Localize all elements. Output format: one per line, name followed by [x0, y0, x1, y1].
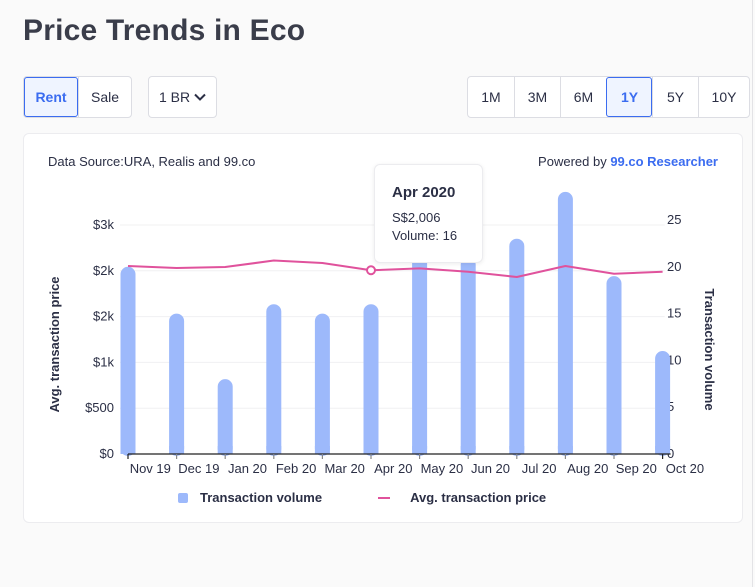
- x-tick-label: Mar 20: [324, 461, 364, 476]
- bar-transaction-volume: [314, 313, 330, 456]
- y-tick-label: $0: [100, 446, 114, 461]
- legend-swatch-price: [378, 496, 391, 499]
- line-avg-transaction-price: [127, 259, 663, 279]
- bar-base: [509, 446, 525, 454]
- y-tick-label: $2k: [93, 263, 114, 278]
- x-tick-label: Sep 20: [616, 461, 657, 476]
- bar-transaction-volume: [557, 191, 573, 457]
- y2-tick-label: 25: [667, 212, 681, 227]
- tooltip-volume: Volume: 16: [392, 228, 458, 243]
- chart-card: Data Source:URA, Realis and 99.co Powere…: [23, 133, 743, 523]
- bar-base: [363, 446, 379, 454]
- bar-base: [314, 446, 330, 454]
- sale-tab[interactable]: Sale: [78, 77, 131, 117]
- range-10y-tab[interactable]: 10Y: [698, 77, 749, 117]
- bedroom-select-value: 1 BR: [158, 89, 191, 105]
- y-tick-label: $500: [85, 400, 114, 415]
- y2-tick-label: 15: [667, 306, 681, 321]
- range-3m-tab[interactable]: 3M: [514, 77, 560, 117]
- bar-transaction-volume: [606, 276, 622, 456]
- bar-base: [169, 446, 185, 454]
- bar-transaction-volume: [169, 313, 185, 456]
- bar-base: [217, 446, 233, 454]
- bar-transaction-volume: [412, 238, 428, 456]
- x-tick-label: Aug 20: [567, 461, 608, 476]
- chart-legend: Transaction volume Avg. transaction pric…: [178, 490, 546, 505]
- chart-tooltip: Apr 2020 S$2,006 Volume: 16: [374, 164, 483, 263]
- bar-transaction-volume: [266, 304, 282, 456]
- x-tick-label: Dec 19: [178, 461, 219, 476]
- bar-base: [606, 446, 622, 454]
- y2-axis-title: Transaction volume: [702, 288, 717, 410]
- bar-base: [460, 446, 476, 454]
- x-tick-label: Jul 20: [522, 461, 557, 476]
- bar-transaction-volume: [655, 351, 671, 456]
- tooltip-price: S$2,006: [392, 210, 441, 225]
- y-tick-label: $3k: [93, 217, 114, 232]
- bar-transaction-volume: [460, 257, 476, 456]
- bar-transaction-volume: [509, 238, 525, 456]
- listing-type-toggle: Rent Sale: [23, 76, 132, 118]
- bar-transaction-volume: [363, 304, 379, 456]
- bar-transaction-volume: [120, 266, 136, 456]
- x-tick-label: Oct 20: [666, 461, 704, 476]
- bedroom-select[interactable]: 1 BR: [148, 76, 217, 118]
- bar-base: [120, 446, 136, 454]
- bar-transaction-volume: [217, 379, 233, 456]
- bar-base: [412, 446, 428, 454]
- x-tick-label: Jun 20: [471, 461, 510, 476]
- range-6m-tab[interactable]: 6M: [560, 77, 606, 117]
- range-5y-tab[interactable]: 5Y: [652, 77, 698, 117]
- y-tick-label: $2k: [93, 309, 114, 324]
- chevron-down-icon: [194, 93, 206, 101]
- highlighted-point-marker: [366, 265, 376, 276]
- bar-base: [266, 446, 282, 454]
- x-tick-label: Nov 19: [130, 461, 171, 476]
- y-tick-label: $1k: [93, 354, 114, 369]
- legend-swatch-volume: [178, 492, 188, 503]
- window-edge-divider: [752, 0, 753, 587]
- bar-base: [557, 446, 573, 454]
- x-tick-label: May 20: [421, 461, 464, 476]
- legend-label-price[interactable]: Avg. transaction price: [410, 490, 546, 505]
- range-1m-tab[interactable]: 1M: [468, 77, 514, 117]
- rent-tab[interactable]: Rent: [24, 77, 78, 117]
- y-axis-title: Avg. transaction price: [47, 276, 62, 412]
- tooltip-title: Apr 2020: [392, 184, 456, 201]
- x-tick-label: Apr 20: [374, 461, 412, 476]
- range-1y-tab[interactable]: 1Y: [606, 77, 652, 117]
- bar-base: [655, 446, 671, 454]
- y2-tick-label: 20: [667, 259, 681, 274]
- x-tick-label: Jan 20: [228, 461, 267, 476]
- legend-label-volume[interactable]: Transaction volume: [200, 490, 322, 505]
- time-range-toggle: 1M 3M 6M 1Y 5Y 10Y: [467, 76, 750, 118]
- x-tick-label: Feb 20: [276, 461, 316, 476]
- page-title: Price Trends in Eco: [23, 14, 306, 47]
